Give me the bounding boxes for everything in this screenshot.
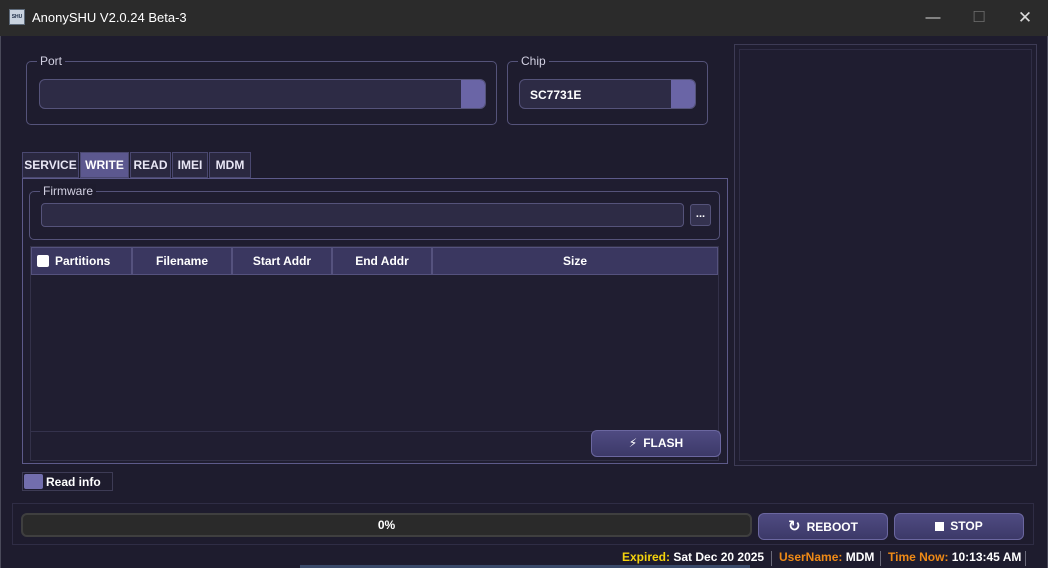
log-output[interactable] [739, 49, 1032, 461]
firmware-path-input[interactable] [41, 203, 684, 227]
column-header-filename[interactable]: Filename [132, 247, 232, 275]
log-panel [734, 44, 1037, 466]
flash-button-label: FLASH [643, 436, 684, 450]
app-logo-icon: SHU [9, 9, 25, 25]
title-bar: SHU AnonySHU V2.0.24 Beta-3 — ☐ ✕ [0, 0, 1048, 36]
minimize-button[interactable]: — [910, 0, 956, 36]
tab-service[interactable]: SERVICE [22, 152, 79, 178]
browse-firmware-button[interactable]: ... [690, 204, 711, 226]
lightning-icon: ⚡ [628, 436, 638, 450]
chip-select[interactable]: SC7731E [519, 79, 696, 109]
column-header-partitions-label: Partitions [55, 254, 111, 268]
read-info-toggle[interactable]: Read info [22, 472, 113, 491]
refresh-icon: ↻ [788, 518, 801, 535]
status-separator [880, 551, 881, 566]
expired-label: Expired: [622, 550, 671, 564]
firmware-label: Firmware [40, 184, 96, 198]
select-all-checkbox[interactable] [37, 255, 49, 267]
status-separator [771, 551, 772, 566]
read-info-checkbox[interactable] [24, 474, 43, 489]
time-label: Time Now: [888, 550, 949, 564]
tab-read[interactable]: READ [130, 152, 171, 178]
port-group: Port [26, 54, 497, 125]
username-status: UserName: MDM [779, 548, 874, 568]
progress-text: 0% [377, 518, 396, 532]
time-value: 10:13:45 AM [951, 550, 1022, 564]
username-label: UserName: [779, 550, 843, 564]
stop-button[interactable]: STOP [894, 513, 1024, 540]
column-header-end-addr[interactable]: End Addr [332, 247, 432, 275]
expired-value: Sat Dec 20 2025 [673, 550, 765, 564]
port-label: Port [37, 54, 66, 68]
window-title: AnonySHU V2.0.24 Beta-3 [32, 10, 187, 25]
partitions-table: Partitions Filename Start Addr End Addr … [30, 246, 720, 461]
maximize-button[interactable]: ☐ [956, 0, 1002, 36]
column-header-start-addr[interactable]: Start Addr [232, 247, 332, 275]
chip-group: Chip SC7731E [507, 54, 708, 125]
username-value: MDM [845, 550, 875, 564]
tab-mdm[interactable]: MDM [209, 152, 251, 178]
column-header-size[interactable]: Size [432, 247, 718, 275]
firmware-group: Firmware ... [29, 184, 720, 240]
chip-dropdown-button[interactable] [671, 80, 695, 108]
column-header-partitions[interactable]: Partitions [31, 247, 132, 275]
app-body: Port Chip SC7731E SERVICE WRITE READ IME… [0, 36, 1048, 568]
chip-value: SC7731E [530, 88, 582, 102]
tab-write[interactable]: WRITE [80, 152, 129, 178]
stop-icon [935, 522, 945, 531]
port-select[interactable] [39, 79, 486, 109]
chip-label: Chip [518, 54, 549, 68]
flash-button[interactable]: ⚡ FLASH [591, 430, 721, 457]
port-dropdown-button[interactable] [461, 80, 485, 108]
time-status: Time Now: 10:13:45 AM [888, 548, 1021, 568]
close-button[interactable]: ✕ [1002, 0, 1048, 36]
progress-bar: 0% [21, 513, 752, 537]
status-separator [1025, 551, 1026, 566]
reboot-button-label: REBOOT [806, 520, 858, 534]
write-tab-panel: Firmware ... Partitions Filename Start A… [22, 178, 728, 464]
reboot-button[interactable]: ↻ REBOOT [758, 513, 888, 540]
read-info-label: Read info [46, 475, 101, 489]
stop-button-label: STOP [950, 519, 983, 533]
tab-imei[interactable]: IMEI [172, 152, 208, 178]
